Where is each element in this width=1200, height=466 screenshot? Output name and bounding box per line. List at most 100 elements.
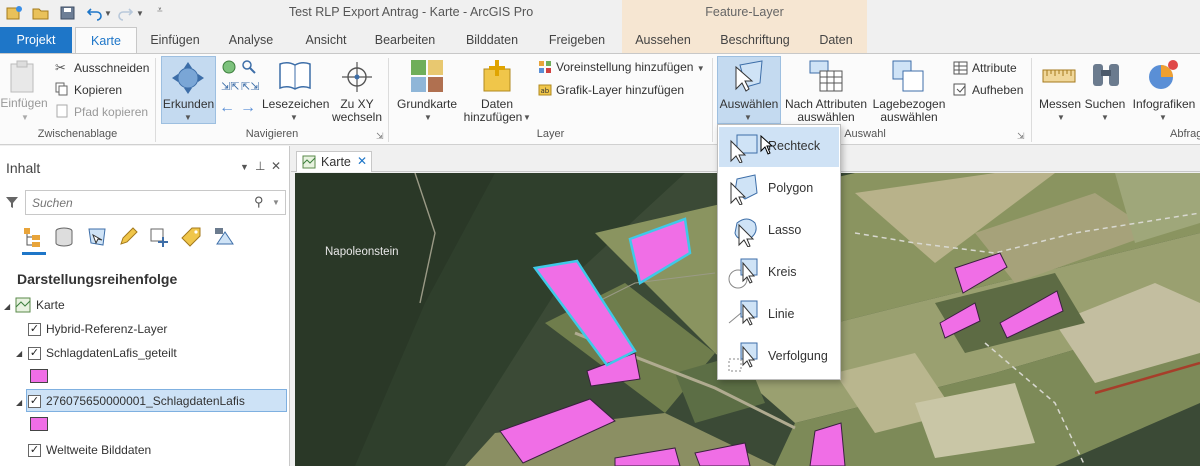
layer-schlagdaten-lafis[interactable]: 276075650000001_SchlagdatenLafis xyxy=(46,391,245,411)
pane-options-icon[interactable]: ▼ xyxy=(240,162,249,172)
infographics-icon[interactable] xyxy=(1146,58,1180,92)
select-trace-item[interactable]: Verfolgung xyxy=(719,337,839,377)
select-by-location-icon[interactable] xyxy=(891,59,925,93)
search-input[interactable] xyxy=(32,196,232,210)
list-by-data-source-icon[interactable] xyxy=(53,226,75,248)
collapse-layer-icon[interactable]: ◢ xyxy=(16,349,22,358)
collapse-layer-icon[interactable]: ◢ xyxy=(16,398,22,407)
list-by-editing-icon[interactable] xyxy=(117,226,139,248)
pin-icon[interactable]: ⊥ xyxy=(255,159,265,173)
select-dropdown-icon[interactable]: ▼ xyxy=(744,113,752,122)
list-by-drawing-order-icon[interactable] xyxy=(22,226,44,248)
tab-freigeben[interactable]: Freigeben xyxy=(538,27,616,53)
cut-button[interactable]: Ausschneiden xyxy=(74,58,149,78)
map-tab[interactable]: Karte ✕ xyxy=(296,151,372,172)
layer-hybrid-reference[interactable]: Hybrid-Referenz-Layer xyxy=(46,319,167,339)
ribbon-separator xyxy=(712,58,713,142)
lafis-symbol[interactable] xyxy=(30,417,48,431)
close-map-tab-icon[interactable]: ✕ xyxy=(357,154,367,168)
contents-title: Inhalt xyxy=(6,160,41,176)
infographics-label: Infografiken xyxy=(1132,97,1196,111)
select-by-location-label-2: auswählen xyxy=(880,110,938,124)
add-preset-label: Voreinstellung hinzufügen xyxy=(556,60,694,74)
copy-button[interactable]: Kopieren xyxy=(74,80,122,100)
tab-ansicht[interactable]: Ansicht xyxy=(292,27,360,53)
search-options-icon[interactable]: ▼ xyxy=(272,198,280,207)
add-graphics-layer-button[interactable]: Grafik-Layer hinzufügen xyxy=(556,80,684,100)
schlag-geteilt-symbol[interactable] xyxy=(30,369,48,383)
add-data-icon[interactable] xyxy=(480,59,514,93)
bookmarks-dropdown-icon[interactable]: ▼ xyxy=(290,113,298,122)
tab-aussehen[interactable]: Aussehen xyxy=(628,27,698,53)
select-by-attributes-icon[interactable] xyxy=(808,59,844,93)
select-icon xyxy=(735,60,763,92)
paste-icon[interactable] xyxy=(8,60,38,94)
basemap-label: Grundkarte xyxy=(396,97,458,111)
list-by-perspective-imagery-icon[interactable] xyxy=(213,226,235,248)
imagery-visibility-checkbox[interactable]: ✓ xyxy=(28,444,41,457)
paste-label: Einfügen xyxy=(0,96,48,110)
tab-einfuegen[interactable]: Einfügen xyxy=(140,27,210,53)
fixed-zoom-out-icon[interactable]: ⇱⇲ xyxy=(241,80,259,93)
tab-daten[interactable]: Daten xyxy=(810,27,862,53)
navigate-dialog-launcher-icon[interactable]: ⇲ xyxy=(376,131,384,142)
list-by-selection-icon[interactable] xyxy=(86,226,108,248)
tab-bilddaten[interactable]: Bilddaten xyxy=(456,27,528,53)
close-pane-icon[interactable]: ✕ xyxy=(271,159,281,173)
trace-label: Verfolgung xyxy=(768,349,828,363)
previous-extent-icon[interactable]: ← xyxy=(219,99,235,117)
fixed-zoom-in-icon[interactable]: ⇲⇱ xyxy=(221,80,239,93)
layer-schlagdaten-geteilt[interactable]: SchlagdatenLafis_geteilt xyxy=(46,343,177,363)
tab-bearbeiten[interactable]: Bearbeiten xyxy=(366,27,444,53)
paste-dropdown-icon[interactable]: ▼ xyxy=(21,113,29,122)
tab-beschriftung[interactable]: Beschriftung xyxy=(712,27,798,53)
infographics-dropdown-icon[interactable]: ▼ xyxy=(1159,113,1167,122)
full-extent-icon[interactable] xyxy=(221,59,237,75)
zoom-to-selection-icon[interactable] xyxy=(241,59,257,75)
select-by-attributes-label-2: auswählen xyxy=(797,110,855,124)
binoculars-icon[interactable] xyxy=(1090,60,1122,90)
select-line-item[interactable]: Linie xyxy=(719,295,839,335)
next-extent-icon[interactable]: → xyxy=(240,99,256,117)
select-circle-item[interactable]: Kreis xyxy=(719,253,839,293)
bookmarks-icon[interactable] xyxy=(278,60,312,92)
go-to-xy-icon[interactable] xyxy=(340,60,374,94)
lafis-visibility-checkbox[interactable]: ✓ xyxy=(28,395,41,408)
schlag-geteilt-visibility-checkbox[interactable]: ✓ xyxy=(28,347,41,360)
select-polygon-item[interactable]: Polygon xyxy=(719,169,839,209)
hybrid-visibility-checkbox[interactable]: ✓ xyxy=(28,323,41,336)
search-icon[interactable]: ⚲ xyxy=(254,194,264,210)
layer-map[interactable]: Karte xyxy=(36,295,65,315)
layer-world-imagery[interactable]: Weltweite Bilddaten xyxy=(46,440,151,460)
select-rectangle-item[interactable]: Rechteck xyxy=(719,127,839,167)
map-tab-icon xyxy=(302,155,316,169)
attributes-button[interactable]: Attribute xyxy=(972,58,1017,78)
search-dropdown-icon[interactable]: ▼ xyxy=(1101,113,1109,122)
rectangle-label: Rechteck xyxy=(768,139,821,153)
collapse-map-icon[interactable]: ◢ xyxy=(4,302,10,311)
tab-analyse[interactable]: Analyse xyxy=(215,27,287,53)
basemap-dropdown-icon[interactable]: ▼ xyxy=(424,113,432,122)
clear-selection-button[interactable]: Aufheben xyxy=(972,80,1023,100)
group-label-inquiry: Abfrage xyxy=(1170,128,1200,140)
trace-select-icon xyxy=(728,342,758,372)
add-data-dropdown-icon[interactable]: ▼ xyxy=(523,113,531,122)
polygon-select-icon xyxy=(730,174,758,205)
measure-label: Messen xyxy=(1038,97,1082,111)
list-by-snapping-icon[interactable] xyxy=(148,226,170,248)
selection-dialog-launcher-icon[interactable]: ⇲ xyxy=(1017,131,1025,142)
tab-projekt[interactable]: Projekt xyxy=(0,27,72,53)
list-by-labeling-icon[interactable] xyxy=(180,226,202,248)
copy-path-button[interactable]: Pfad kopieren xyxy=(74,102,148,122)
measure-dropdown-icon[interactable]: ▼ xyxy=(1057,113,1065,122)
basemap-icon[interactable] xyxy=(410,59,444,93)
tab-karte[interactable]: Karte xyxy=(75,27,137,53)
add-preset-button[interactable]: Voreinstellung hinzufügen ▼ xyxy=(556,57,705,77)
copy-icon xyxy=(55,82,68,96)
filter-icon[interactable] xyxy=(5,195,19,209)
select-lasso-item[interactable]: Lasso xyxy=(719,211,839,251)
explore-dropdown-icon[interactable]: ▼ xyxy=(184,113,192,122)
search-box[interactable]: ⚲ ▼ xyxy=(25,190,286,215)
explore-label: Erkunden xyxy=(162,97,215,111)
measure-icon[interactable] xyxy=(1042,68,1076,84)
